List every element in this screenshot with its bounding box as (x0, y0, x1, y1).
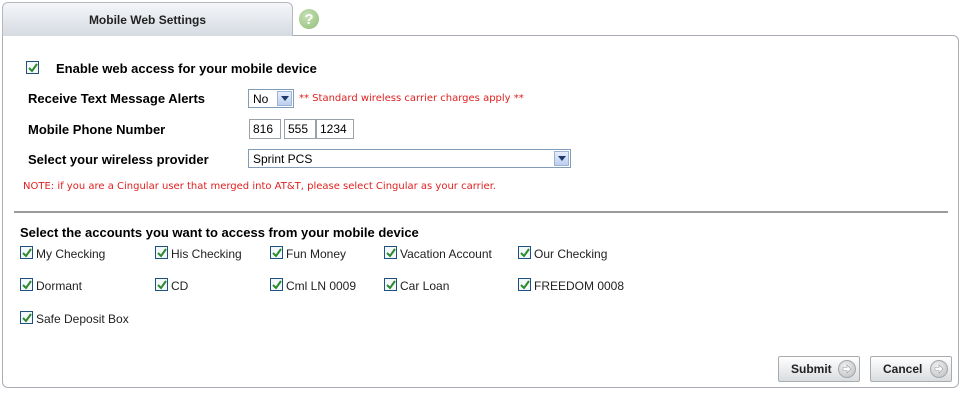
checkmark-icon (385, 279, 396, 290)
account-checkbox-freedom-0008[interactable] (518, 278, 531, 291)
account-label: Cml LN 0009 (286, 279, 357, 293)
account-label: Vacation Account (400, 247, 492, 261)
tab-title: Mobile Web Settings (88, 12, 207, 27)
phone-area-code-input[interactable] (249, 119, 281, 139)
account-label: Fun Money (286, 247, 347, 261)
cancel-button[interactable]: Cancel (870, 356, 952, 382)
checkmark-icon (156, 279, 167, 290)
chevron-down-icon (277, 91, 292, 106)
account-checkbox-fun-money[interactable] (270, 246, 283, 259)
chevron-down-icon (554, 151, 569, 166)
account-checkbox-cd[interactable] (155, 278, 168, 291)
help-icon[interactable]: ? (299, 9, 319, 29)
checkmark-icon (21, 279, 32, 290)
checkmark-icon (156, 247, 167, 258)
wireless-provider-label: Select your wireless provider (28, 152, 209, 167)
checkmark-icon (21, 312, 32, 323)
text-alerts-select[interactable]: No (248, 89, 294, 108)
account-label: My Checking (36, 247, 106, 261)
settings-panel: Enable web access for your mobile device… (2, 35, 959, 388)
carrier-charges-note: ** Standard wireless carrier charges app… (299, 93, 524, 104)
account-label: Safe Deposit Box (36, 312, 129, 326)
account-checkbox-cml-ln-0009[interactable] (270, 278, 283, 291)
wireless-provider-select[interactable]: Sprint PCS (248, 149, 571, 168)
account-checkbox-his-checking[interactable] (155, 246, 168, 259)
phone-prefix-input[interactable] (284, 119, 316, 139)
account-checkbox-vacation-account[interactable] (384, 246, 397, 259)
checkmark-icon (21, 247, 32, 258)
checkmark-icon (271, 279, 282, 290)
mobile-phone-label: Mobile Phone Number (28, 122, 166, 137)
enable-web-access-checkbox[interactable] (26, 61, 39, 74)
accounts-heading: Select the accounts you want to access f… (20, 225, 419, 240)
account-checkbox-dormant[interactable] (20, 278, 33, 291)
phone-line-input[interactable] (316, 119, 354, 139)
arrow-right-icon (930, 360, 948, 378)
account-checkbox-safe-deposit-box[interactable] (20, 311, 33, 324)
checkmark-icon (519, 247, 530, 258)
account-checkbox-car-loan[interactable] (384, 278, 397, 291)
enable-web-access-label: Enable web access for your mobile device (56, 61, 317, 76)
account-checkbox-our-checking[interactable] (518, 246, 531, 259)
account-label: His Checking (171, 247, 242, 261)
account-label: FREEDOM 0008 (534, 279, 625, 293)
submit-button[interactable]: Submit (778, 356, 860, 382)
checkmark-icon (271, 247, 282, 258)
tab-mobile-web-settings[interactable]: Mobile Web Settings (2, 2, 293, 36)
text-alerts-label: Receive Text Message Alerts (28, 91, 206, 106)
account-label: Dormant (36, 279, 83, 293)
arrow-right-icon (838, 360, 856, 378)
cingular-note: NOTE: if you are a Cingular user that me… (23, 181, 497, 192)
checkmark-icon (27, 62, 38, 73)
section-divider (14, 211, 948, 213)
checkmark-icon (385, 247, 396, 258)
account-checkbox-my-checking[interactable] (20, 246, 33, 259)
account-label: Car Loan (400, 279, 450, 293)
account-label: Our Checking (534, 247, 608, 261)
checkmark-icon (519, 279, 530, 290)
account-label: CD (171, 279, 189, 293)
